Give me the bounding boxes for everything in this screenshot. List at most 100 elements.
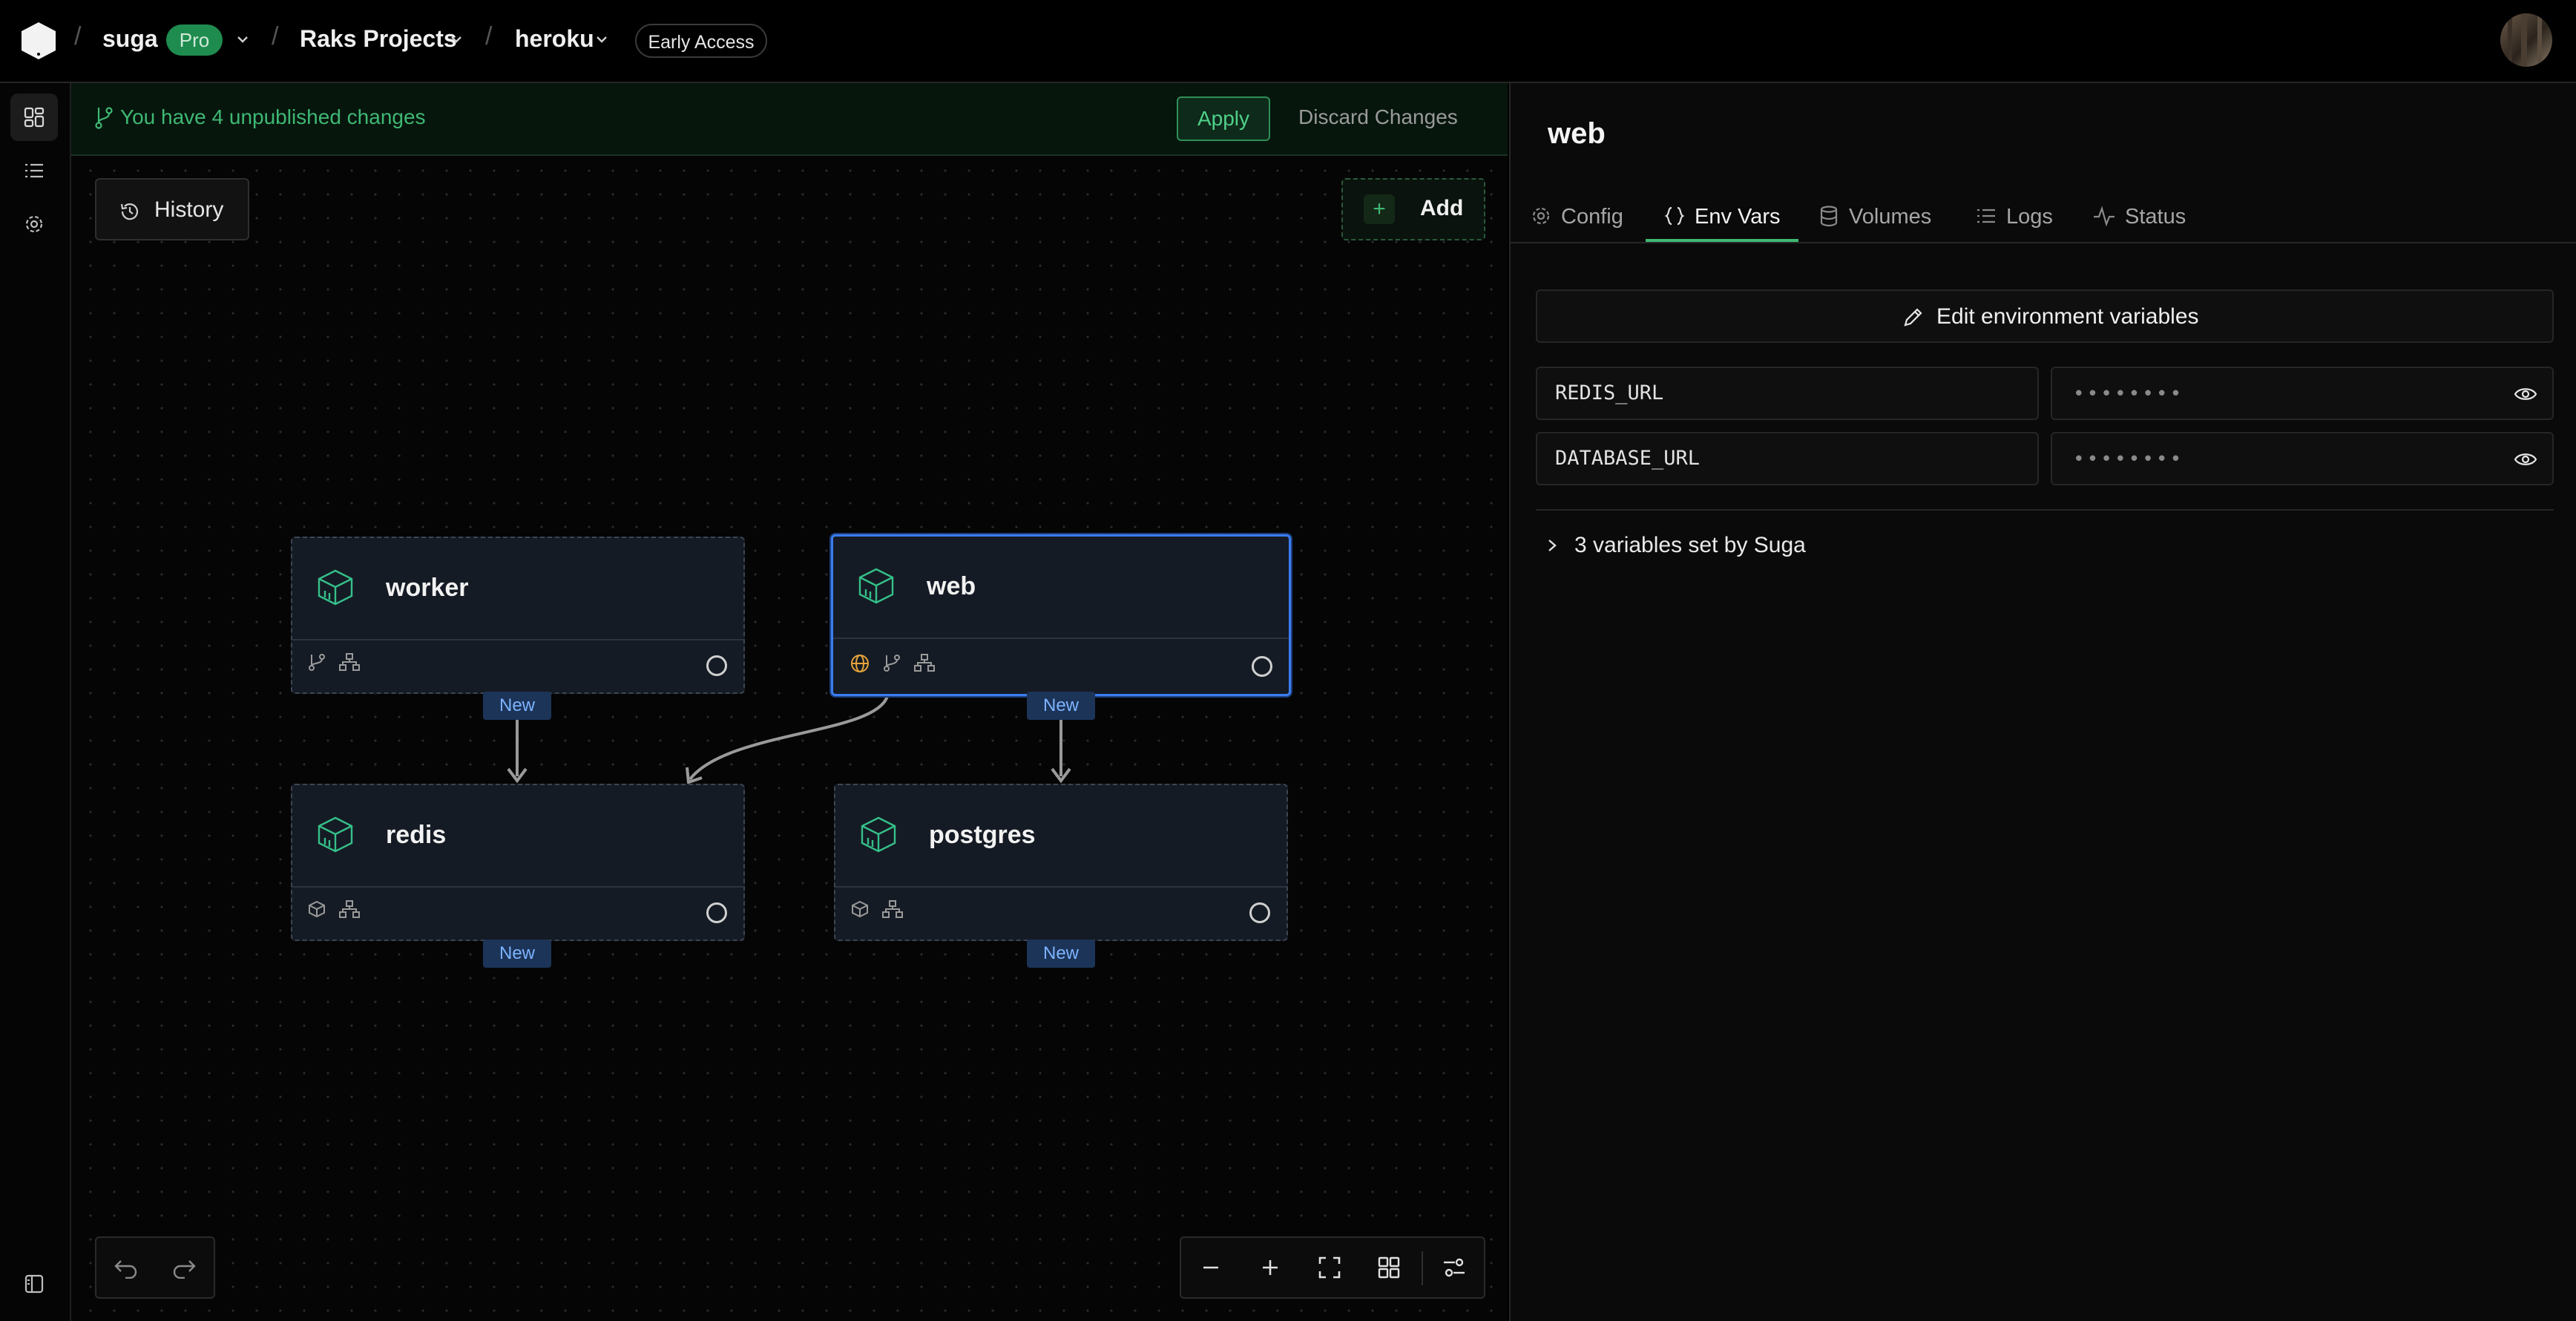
add-resource-button[interactable]: + Add	[1341, 178, 1485, 240]
zoom-out-button[interactable]	[1195, 1251, 1227, 1284]
section-divider	[1536, 509, 2554, 511]
env-var-key[interactable]: REDIS_URL	[1536, 367, 2039, 420]
early-access-badge: Early Access	[635, 24, 767, 58]
tab-config[interactable]: Config	[1530, 205, 1623, 242]
environment-name[interactable]: heroku	[515, 25, 594, 53]
tab-env-vars[interactable]: Env Vars	[1663, 205, 1781, 242]
project-name[interactable]: Raks Projects	[300, 25, 457, 53]
canvas-settings-button[interactable]	[1438, 1251, 1471, 1284]
grid-layout-button[interactable]	[1373, 1251, 1405, 1284]
hexagon-logo-icon	[22, 22, 56, 59]
tab-logs[interactable]: Logs	[1975, 205, 2053, 242]
status-indicator	[706, 902, 727, 923]
redo-icon	[173, 1260, 196, 1279]
suga-variables-disclosure[interactable]: 3 variables set by Suga	[1545, 533, 1806, 558]
masked-value: ••••••••	[2073, 448, 2184, 471]
env-var-key[interactable]: DATABASE_URL	[1536, 432, 2039, 485]
list-icon	[1977, 209, 1995, 223]
breadcrumb-separator: /	[272, 22, 279, 50]
tab-label: Status	[2125, 205, 2186, 229]
panel-tabs: Config Env Vars Volumes Logs Status	[1511, 194, 2576, 243]
eye-icon[interactable]	[2514, 383, 2537, 405]
braces-icon	[1664, 206, 1685, 226]
chevron-down-icon[interactable]	[234, 31, 251, 47]
plus-icon	[1263, 1260, 1278, 1275]
eye-icon[interactable]	[2514, 448, 2537, 471]
new-badge: New	[1027, 692, 1095, 720]
new-badge: New	[483, 692, 551, 720]
node-header: redis	[292, 785, 743, 888]
container-box-icon	[861, 816, 896, 853]
gear-icon	[1532, 207, 1550, 225]
chevron-down-icon[interactable]	[594, 31, 610, 47]
pencil-icon	[1904, 308, 1922, 327]
edit-env-vars-button[interactable]: Edit environment variables	[1536, 289, 2554, 343]
toolbar-divider	[1422, 1251, 1423, 1285]
collapse-sidebar-button[interactable]	[10, 1260, 58, 1308]
node-header: postgres	[835, 785, 1287, 888]
tab-volumes[interactable]: Volumes	[1818, 205, 1931, 242]
org-name[interactable]: suga	[102, 25, 158, 53]
undo-icon	[114, 1260, 137, 1279]
service-node-worker[interactable]: worker	[291, 537, 745, 694]
user-avatar[interactable]	[2500, 13, 2552, 67]
status-indicator	[1249, 902, 1270, 923]
suga-variables-label: 3 variables set by Suga	[1574, 533, 1806, 557]
history-button[interactable]: History	[95, 178, 249, 240]
node-title: postgres	[929, 821, 1036, 849]
settings-nav-button[interactable]	[10, 200, 58, 248]
app-logo[interactable]	[19, 21, 58, 61]
service-node-redis[interactable]: redis	[291, 784, 745, 941]
top-bar: / suga Pro / Raks Projects / heroku Earl…	[0, 0, 2576, 83]
service-details-panel: web Config Env Vars Volumes Logs Status …	[1509, 83, 2576, 1321]
status-indicator	[1252, 656, 1272, 677]
node-title: web	[927, 572, 976, 600]
add-label: Add	[1420, 196, 1464, 220]
grid-icon	[1378, 1256, 1400, 1279]
history-icon	[120, 203, 139, 220]
plan-badge: Pro	[166, 24, 223, 56]
new-badge: New	[483, 940, 551, 968]
gear-icon	[25, 215, 43, 233]
dashboard-nav-button[interactable]	[10, 94, 58, 141]
container-box-icon	[318, 569, 353, 606]
avatar-image-icon	[2508, 13, 2542, 67]
container-box-icon	[858, 568, 894, 604]
active-tab-indicator	[1646, 239, 1798, 242]
tab-label: Env Vars	[1695, 205, 1781, 229]
service-node-postgres[interactable]: postgres	[834, 784, 1288, 941]
env-var-value[interactable]: ••••••••	[2051, 367, 2554, 420]
env-var-value[interactable]: ••••••••	[2051, 432, 2554, 485]
fit-view-button[interactable]	[1313, 1251, 1346, 1284]
chevron-down-icon[interactable]	[448, 31, 464, 47]
masked-value: ••••••••	[2073, 383, 2184, 405]
list-nav-button[interactable]	[10, 147, 58, 194]
discard-changes-button[interactable]: Discard Changes	[1298, 105, 1458, 129]
globe-icon	[851, 655, 869, 672]
database-icon	[1820, 206, 1838, 227]
left-navigation-rail	[0, 83, 71, 1321]
sliders-icon	[1444, 1258, 1465, 1277]
container-box-icon	[318, 816, 353, 853]
node-header: worker	[292, 538, 743, 640]
tab-label: Config	[1561, 205, 1623, 229]
breadcrumb-separator: /	[74, 22, 82, 50]
package-icon	[852, 900, 868, 918]
redo-button[interactable]	[168, 1251, 200, 1284]
tab-label: Volumes	[1849, 205, 1932, 229]
unpublished-changes-bar: You have 4 unpublished changes Apply Dis…	[71, 83, 1508, 156]
minus-icon	[1203, 1266, 1218, 1269]
sidebar-toggle-icon	[24, 1274, 44, 1294]
apply-button[interactable]: Apply	[1177, 96, 1270, 141]
network-icon	[339, 900, 360, 918]
service-node-web[interactable]: web	[831, 534, 1291, 696]
undo-button[interactable]	[110, 1251, 142, 1284]
env-var-row: DATABASE_URL ••••••••	[1536, 432, 2554, 485]
edit-env-vars-label: Edit environment variables	[1936, 304, 2199, 329]
zoom-in-button[interactable]	[1254, 1251, 1287, 1284]
new-badge: New	[1027, 940, 1095, 968]
network-icon	[339, 653, 360, 671]
package-icon	[309, 900, 325, 918]
architecture-canvas[interactable]	[71, 83, 1508, 1321]
tab-status[interactable]: Status	[2092, 205, 2186, 242]
